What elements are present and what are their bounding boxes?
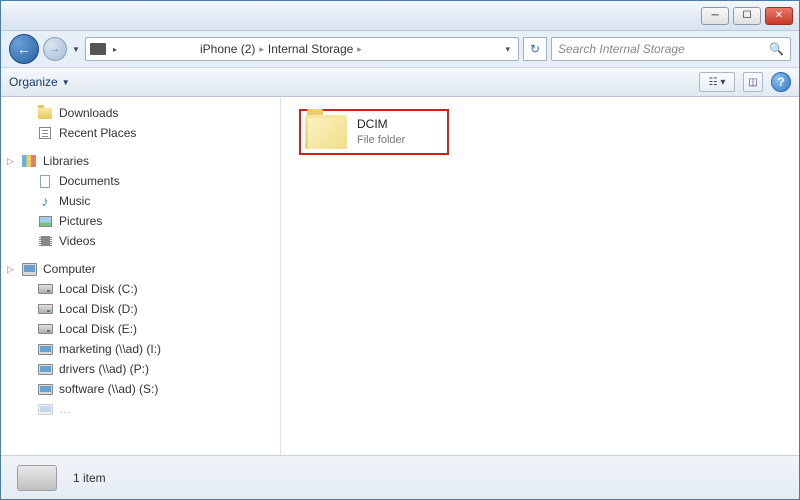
nav-label: Local Disk (D:) [59,302,138,316]
nav-label: marketing (\\ad) (I:) [59,342,161,356]
nav-libraries[interactable]: ▷ Libraries [1,151,280,171]
nav-documents[interactable]: Documents [1,171,280,191]
device-icon [90,43,106,55]
preview-pane-icon: ◫ [748,77,757,88]
nav-label: Videos [59,234,95,248]
arrow-right-icon: → [50,43,61,55]
status-bar: 1 item [1,455,799,499]
refresh-button[interactable]: ↻ [523,37,547,61]
close-icon: ✕ [775,10,783,21]
folder-type: File folder [357,133,405,147]
nav-history-dropdown[interactable]: ▼ [71,37,81,61]
organize-menu[interactable]: Organize ▼ [9,75,70,89]
breadcrumb-seg-device[interactable]: iPhone (2) [200,42,255,56]
nav-label: Libraries [43,154,89,168]
nav-videos[interactable]: Videos [1,231,280,251]
minimize-icon: ─ [711,10,718,21]
folder-icon [37,105,53,121]
navigation-pane[interactable]: Downloads Recent Places ▷ Libraries Docum… [1,97,281,455]
nav-item-cut: … [1,399,280,419]
nav-label: Local Disk (C:) [59,282,138,296]
minimize-button[interactable]: ─ [701,7,729,25]
explorer-body: Downloads Recent Places ▷ Libraries Docum… [1,97,799,455]
network-drive-icon [37,381,53,397]
view-icon: ☷ ▾ [709,77,726,88]
folder-icon [305,115,347,149]
network-drive-icon [37,361,53,377]
help-icon: ? [777,75,784,89]
nav-net-drivers[interactable]: drivers (\\ad) (P:) [1,359,280,379]
libraries-icon [21,153,37,169]
chevron-right-icon: ▸ [357,44,362,55]
help-button[interactable]: ? [771,72,791,92]
nav-label: Documents [59,174,120,188]
breadcrumb-seg-storage[interactable]: Internal Storage [268,42,353,56]
documents-icon [37,173,53,189]
close-button[interactable]: ✕ [765,7,793,25]
expand-icon[interactable]: ▷ [7,156,14,167]
expand-icon[interactable]: ▷ [7,264,14,275]
nav-label: Downloads [59,106,118,120]
back-button[interactable]: ← [9,34,39,64]
drive-icon [37,281,53,297]
folder-label: DCIM File folder [357,117,405,147]
music-icon: ♪ [37,193,53,209]
search-placeholder: Search Internal Storage [558,42,685,56]
drive-icon [37,301,53,317]
content-pane[interactable]: DCIM File folder [281,97,799,455]
nav-pictures[interactable]: Pictures [1,211,280,231]
nav-label: software (\\ad) (S:) [59,382,158,396]
preview-pane-button[interactable]: ◫ [743,72,763,92]
status-item-count: 1 item [73,471,106,485]
nav-label: drivers (\\ad) (P:) [59,362,149,376]
maximize-icon: ☐ [743,10,752,21]
toolbar: Organize ▼ ☷ ▾ ◫ ? [1,67,799,97]
arrow-left-icon: ← [17,41,31,57]
search-input[interactable]: Search Internal Storage 🔍 [551,37,791,61]
nav-label: Local Disk (E:) [59,322,137,336]
address-bar: ← → ▼ ▸ iPhone (2) ▸ Internal Storage ▸ … [1,31,799,67]
network-drive-icon [37,341,53,357]
nav-disk-d[interactable]: Local Disk (D:) [1,299,280,319]
chevron-right-icon: ▸ [110,37,120,61]
forward-button[interactable]: → [43,37,67,61]
nav-downloads[interactable]: Downloads [1,103,280,123]
organize-label: Organize [9,75,58,89]
refresh-icon: ↻ [530,42,540,56]
drive-icon [37,321,53,337]
search-icon: 🔍 [769,42,784,56]
chevron-down-icon: ▼ [72,45,80,54]
computer-icon [21,261,37,277]
network-drive-icon [37,401,53,417]
chevron-right-icon: ▸ [259,44,264,55]
folder-dcim[interactable]: DCIM File folder [299,109,449,155]
view-options-button[interactable]: ☷ ▾ [699,72,735,92]
nav-label: Computer [43,262,96,276]
videos-icon [37,233,53,249]
breadcrumb-dropdown[interactable]: ▾ [501,44,514,55]
pictures-icon [37,213,53,229]
nav-music[interactable]: ♪ Music [1,191,280,211]
nav-recent-places[interactable]: Recent Places [1,123,280,143]
device-icon [17,465,57,491]
recent-icon [37,125,53,141]
nav-disk-c[interactable]: Local Disk (C:) [1,279,280,299]
nav-computer[interactable]: ▷ Computer [1,259,280,279]
nav-label: … [59,402,71,416]
maximize-button[interactable]: ☐ [733,7,761,25]
nav-net-software[interactable]: software (\\ad) (S:) [1,379,280,399]
breadcrumb[interactable]: ▸ iPhone (2) ▸ Internal Storage ▸ ▾ [85,37,519,61]
explorer-window: ─ ☐ ✕ ← → ▼ ▸ iPhone (2) ▸ Internal Stor… [0,0,800,500]
nav-disk-e[interactable]: Local Disk (E:) [1,319,280,339]
chevron-down-icon: ▼ [62,78,70,87]
nav-label: Pictures [59,214,102,228]
nav-label: Music [59,194,90,208]
nav-label: Recent Places [59,126,136,140]
folder-name: DCIM [357,117,405,133]
nav-net-marketing[interactable]: marketing (\\ad) (I:) [1,339,280,359]
titlebar: ─ ☐ ✕ [1,1,799,31]
